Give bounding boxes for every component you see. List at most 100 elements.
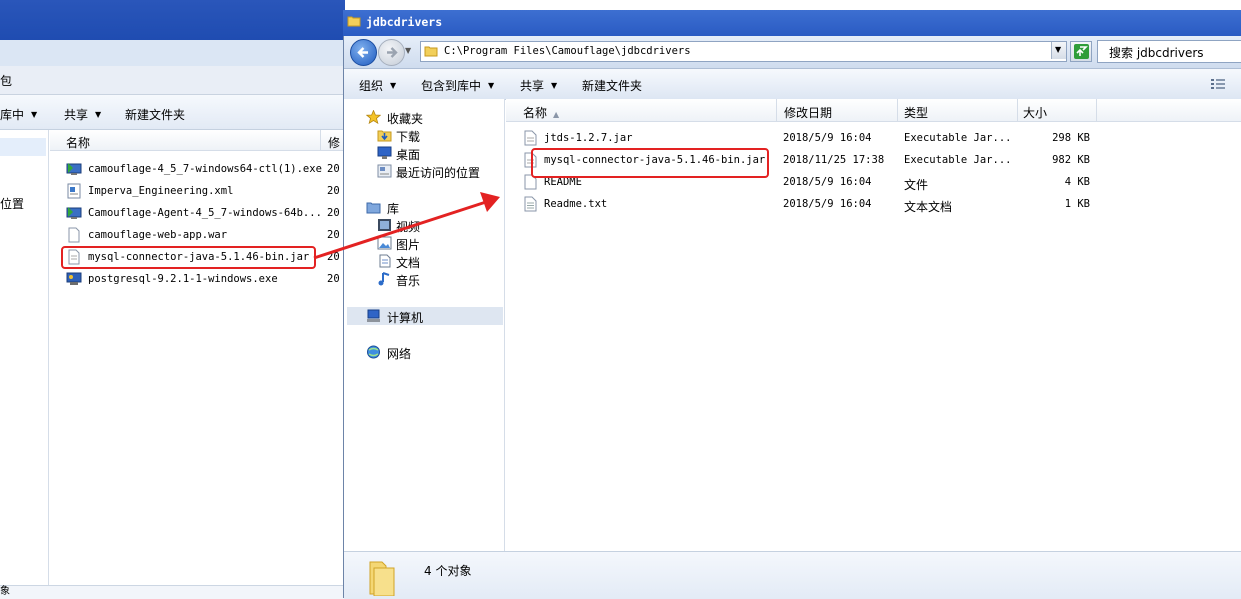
file-type: Executable Jar...: [904, 132, 1012, 144]
chevron-down-icon: ▼: [390, 81, 397, 90]
column-size[interactable]: 大小: [1023, 104, 1047, 121]
file-name: Readme.txt: [544, 198, 608, 210]
bg-file-name: Camouflage-Agent-4_5_7-windows-64b...: [88, 207, 322, 219]
column-separator[interactable]: [1017, 99, 1018, 121]
file-type: Executable Jar...: [904, 154, 1012, 166]
refresh-icon: [1074, 44, 1089, 59]
installer-icon: [66, 207, 82, 219]
view-list-icon: [1211, 79, 1225, 89]
nav-desktop[interactable]: 桌面: [396, 146, 420, 163]
column-separator[interactable]: [320, 130, 321, 150]
background-nav-selected-item[interactable]: [0, 138, 46, 156]
organize-button[interactable]: 组织 ▼: [359, 77, 396, 94]
bg-nav-recent-places-fragment[interactable]: 位置: [0, 195, 24, 212]
background-title-bar[interactable]: [0, 0, 345, 40]
arrow-left-icon: [357, 47, 368, 58]
file-date: 2018/5/9 16:04: [783, 132, 872, 144]
folder-icon: [347, 16, 361, 27]
back-button[interactable]: [350, 39, 377, 66]
address-text: C:\Program Files\Camouflage\jdbcdrivers: [444, 45, 691, 57]
nav-recent-places[interactable]: 最近访问的位置: [396, 164, 480, 181]
details-object-count: 4 个对象: [424, 564, 472, 578]
address-dropdown-button[interactable]: ▼: [1051, 42, 1066, 59]
column-date-modified[interactable]: 修改日期: [784, 104, 832, 121]
search-placeholder: 搜索 jdbcdrivers: [1109, 46, 1204, 60]
change-view-button[interactable]: [1210, 77, 1226, 91]
share-label: 共享: [520, 79, 545, 93]
column-separator[interactable]: [1096, 99, 1097, 121]
highlight-box-source: [61, 246, 316, 269]
bg-file-name: camouflage-web-app.war: [88, 229, 228, 241]
nav-favorites[interactable]: 收藏夹: [387, 110, 423, 127]
pg-installer-icon: [66, 272, 82, 285]
chevron-down-icon: ▼: [95, 110, 102, 119]
chevron-down-icon: ▼: [1055, 45, 1062, 54]
bg-share-button[interactable]: 共享 ▼: [64, 106, 101, 123]
desktop-icon: [377, 146, 392, 159]
bg-new-folder-button[interactable]: 新建文件夹: [125, 106, 185, 123]
network-icon: [367, 345, 380, 359]
bg-share-label: 共享: [64, 108, 89, 122]
bg-column-name[interactable]: 名称: [66, 134, 90, 151]
folder-icon: [424, 46, 438, 57]
forward-button[interactable]: [378, 39, 405, 66]
column-header: [506, 99, 1241, 122]
recent-pages-dropdown[interactable]: ▼: [405, 46, 411, 55]
new-folder-button[interactable]: 新建文件夹: [582, 77, 642, 94]
file-date: 2018/5/9 16:04: [783, 176, 872, 188]
file-icon: [68, 227, 80, 243]
column-name-label: 名称: [523, 106, 548, 120]
file-date: 2018/11/25 17:38: [783, 154, 885, 166]
bg-file-name: postgresql-9.2.1-1-windows.exe: [88, 273, 278, 285]
details-pane: [344, 551, 1241, 599]
window-title: jdbcdrivers: [366, 15, 443, 29]
highlight-box-target: [531, 148, 769, 178]
file-size: 298 KB: [1052, 132, 1090, 144]
bg-include-library-button[interactable]: 库中 ▼: [0, 106, 37, 123]
bg-file-name: Imperva_Engineering.xml: [88, 185, 234, 197]
computer-icon: [367, 309, 380, 322]
folder-large-icon: [369, 561, 395, 596]
file-row[interactable]: Readme.txt 2018/5/9 16:04 文本文档 1 KB: [524, 194, 1144, 214]
column-type[interactable]: 类型: [904, 104, 928, 121]
bg-column-date[interactable]: 修: [328, 134, 340, 151]
downloads-folder-icon: [377, 130, 392, 142]
column-name[interactable]: 名称 ▲: [523, 104, 559, 121]
chevron-down-icon: ▼: [488, 81, 495, 90]
background-address-fragment: 包: [0, 74, 13, 88]
background-address-bar[interactable]: [0, 40, 345, 67]
chevron-down-icon: ▼: [551, 81, 558, 90]
file-type: 文件: [904, 178, 929, 192]
nav-computer[interactable]: 计算机: [387, 309, 423, 326]
file-size: 4 KB: [1064, 176, 1090, 188]
bg-file-date: 20: [327, 163, 340, 175]
bg-include-library-label: 库中: [0, 108, 25, 122]
window-title-bar[interactable]: [343, 10, 1241, 36]
nav-network[interactable]: 网络: [387, 345, 411, 362]
column-separator[interactable]: [897, 99, 898, 121]
organize-label: 组织: [359, 79, 384, 93]
background-address-strip: 包: [0, 66, 345, 95]
file-size: 1 KB: [1064, 198, 1090, 210]
xml-icon: [67, 183, 81, 199]
background-column-header: 名称 修: [50, 130, 345, 151]
star-icon: [366, 110, 381, 124]
arrow-right-icon: [387, 47, 398, 58]
file-row[interactable]: jtds-1.2.7.jar 2018/5/9 16:04 Executable…: [524, 128, 1144, 148]
column-separator[interactable]: [776, 99, 777, 121]
refresh-button[interactable]: [1070, 41, 1092, 62]
include-in-library-label: 包含到库中: [421, 79, 482, 93]
file-name: jtds-1.2.7.jar: [544, 132, 633, 144]
sort-ascending-icon: ▲: [553, 110, 560, 119]
share-button[interactable]: 共享 ▼: [520, 77, 557, 94]
bg-status-fragment: 象: [0, 586, 10, 597]
jar-icon: [524, 130, 537, 146]
nav-downloads[interactable]: 下载: [396, 128, 420, 145]
installer-icon: [66, 163, 82, 175]
bg-file-row[interactable]: camouflage-4_5_7-windows64-ctl(1).exe 20: [66, 160, 346, 180]
background-command-bar: 库中 ▼ 共享 ▼ 新建文件夹: [0, 95, 345, 130]
include-in-library-button[interactable]: 包含到库中 ▼: [421, 77, 494, 94]
file-type: 文本文档: [904, 200, 953, 214]
bg-file-name: camouflage-4_5_7-windows64-ctl(1).exe: [88, 163, 322, 175]
chevron-down-icon: ▼: [31, 110, 38, 119]
